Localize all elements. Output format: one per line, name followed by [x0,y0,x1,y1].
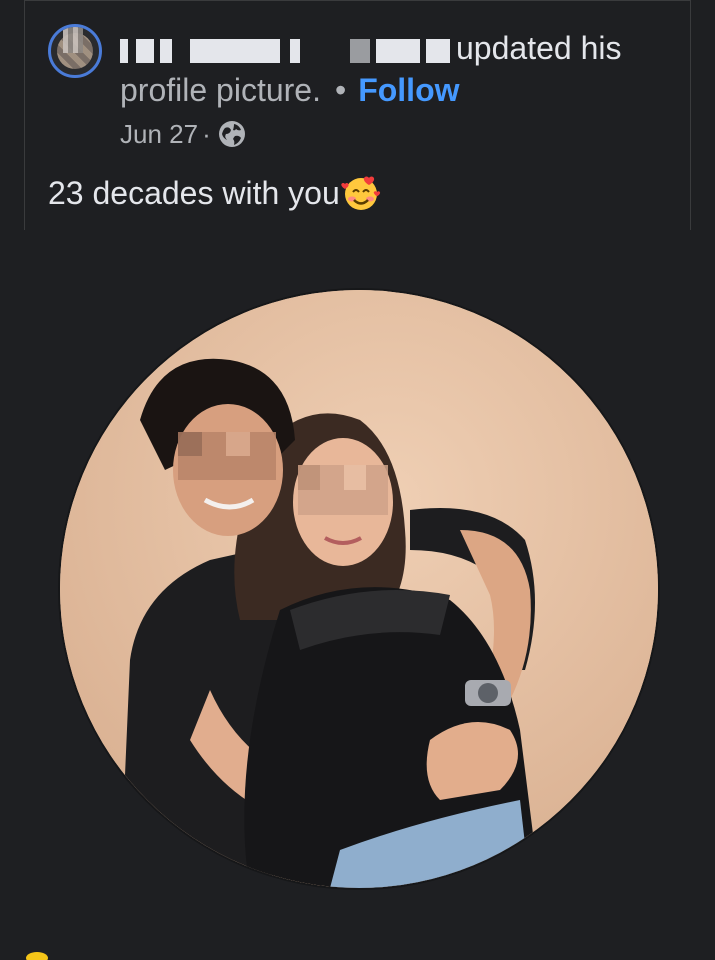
caption-text: 23 decades with you [48,175,340,211]
globe-icon[interactable] [217,119,247,149]
author-name-redacted[interactable] [120,38,450,63]
reaction-emoji-partial-icon [26,952,48,960]
action-text: profile picture. [120,72,321,108]
author-avatar[interactable] [48,24,102,78]
post-caption: 23 decades with you [48,172,382,214]
smiling-face-with-hearts-icon [341,176,380,210]
post-author-line: updated his [120,28,621,68]
profile-picture-photo[interactable] [60,290,658,888]
couple-photo-illustration [60,290,658,888]
author-action-text: updated his [456,30,622,66]
avatar-blur-redaction [63,27,83,53]
post-meta: Jun 27 · [120,116,247,152]
separator-dot: • [334,72,347,108]
follow-button[interactable]: Follow [358,72,459,108]
post-action-line: profile picture. • Follow [120,70,460,110]
facebook-post-screen: updated his profile picture. • Follow Jun … [0,0,715,960]
post-date[interactable]: Jun 27 [120,116,198,152]
meta-separator: · [202,119,211,149]
